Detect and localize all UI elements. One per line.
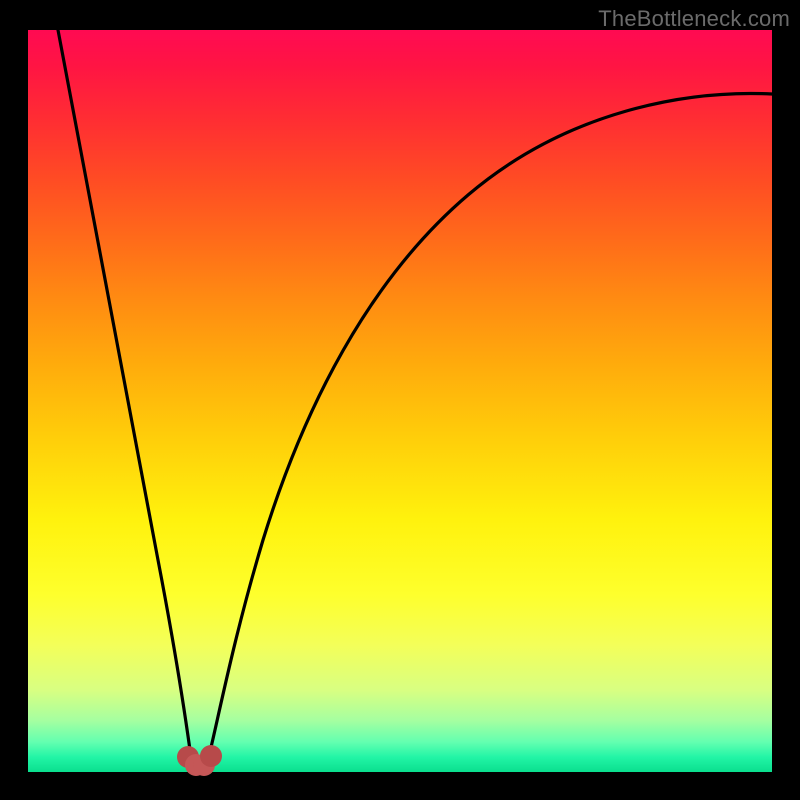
chart-plot-area — [28, 30, 772, 772]
bottleneck-curve — [28, 30, 772, 772]
curve-right-branch — [208, 94, 772, 760]
watermark-text: TheBottleneck.com — [598, 6, 790, 32]
curve-left-branch — [58, 30, 190, 760]
valley-marker — [200, 745, 222, 767]
chart-frame: TheBottleneck.com — [0, 0, 800, 800]
valley-markers — [177, 745, 222, 776]
